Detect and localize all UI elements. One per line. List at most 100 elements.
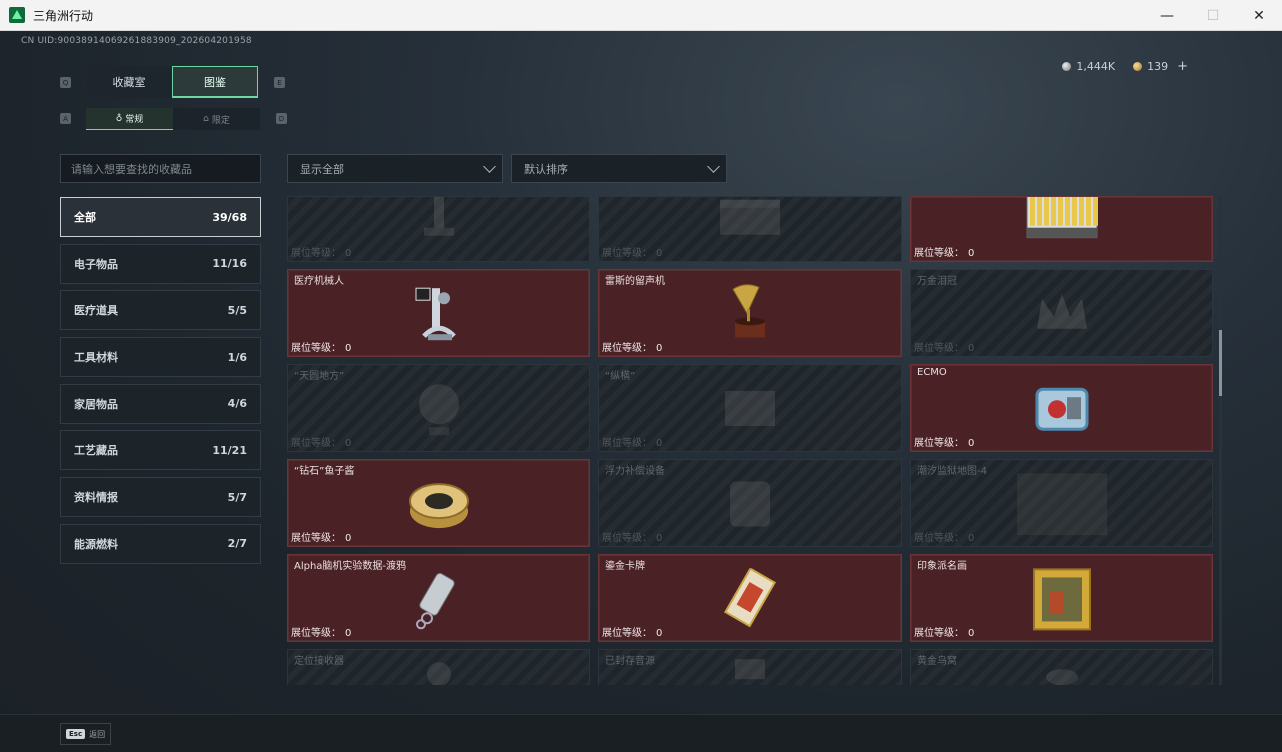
gramophone-icon bbox=[725, 283, 775, 349]
box-icon bbox=[715, 197, 785, 244]
collection-item-card[interactable]: ECMO 展位等级： 0 bbox=[910, 364, 1213, 452]
collection-item-card[interactable]: 万金泪冠 展位等级： 0 bbox=[910, 269, 1213, 357]
category-count: 11/21 bbox=[212, 443, 247, 457]
window-titlebar: 三角洲行动 — ☐ ✕ bbox=[0, 0, 1282, 31]
collection-item-card[interactable]: 定位接收器 bbox=[287, 649, 590, 685]
category-count: 2/7 bbox=[227, 537, 247, 551]
category-label: 能源燃料 bbox=[74, 537, 118, 551]
grid-scrollbar[interactable] bbox=[1219, 197, 1222, 685]
collection-item-card[interactable]: 潮汐监狱地图-4 展位等级： 0 bbox=[910, 459, 1213, 547]
sort-value: 默认排序 bbox=[524, 162, 568, 176]
globe-icon bbox=[414, 379, 464, 443]
gold-amount: 139 bbox=[1147, 60, 1169, 73]
minimize-button[interactable]: — bbox=[1144, 0, 1190, 31]
level-value: 0 bbox=[345, 533, 352, 544]
category-tools[interactable]: 工具材料 1/6 bbox=[60, 337, 261, 378]
category-count: 5/7 bbox=[227, 490, 247, 504]
category-electronics[interactable]: 电子物品 11/16 bbox=[60, 243, 261, 284]
level-value: 0 bbox=[656, 628, 663, 639]
category-crafts[interactable]: 工艺藏品 11/21 bbox=[60, 430, 261, 471]
category-household[interactable]: 家居物品 4/6 bbox=[60, 383, 261, 424]
collection-item-card[interactable]: 印象派名画 展位等级： 0 bbox=[910, 554, 1213, 642]
a-key-hint-icon: A bbox=[60, 113, 71, 124]
tab-limited[interactable]: ⌂ 限定 bbox=[173, 108, 260, 130]
filter-value: 显示全部 bbox=[300, 162, 344, 176]
tab-regular[interactable]: ♁ 常规 bbox=[86, 108, 173, 130]
level-label: 展位等级： bbox=[291, 533, 341, 544]
level-label: 展位等级： bbox=[602, 248, 652, 259]
collection-item-card[interactable]: Alpha脑机实验数据-渡鸦 展位等级： 0 bbox=[287, 554, 590, 642]
item-level: 展位等级： 0 bbox=[291, 244, 351, 259]
silver-amount: 1,444K bbox=[1076, 60, 1116, 73]
collection-item-card[interactable]: 展位等级： 0 bbox=[287, 196, 590, 262]
bcd-icon bbox=[720, 476, 780, 535]
level-label: 展位等级： bbox=[914, 628, 964, 639]
level-label: 展位等级： bbox=[291, 438, 341, 449]
collection-item-card[interactable]: 浮力补偿设备 展位等级： 0 bbox=[598, 459, 902, 547]
item-name: 雷斯的留声机 bbox=[605, 276, 665, 287]
chevron-down-icon bbox=[483, 160, 496, 173]
collection-item-card[interactable]: 展位等级： 0 bbox=[910, 196, 1213, 262]
d-key-hint-icon: D bbox=[276, 113, 287, 124]
item-name: “钻石”鱼子酱 bbox=[294, 466, 355, 477]
collection-item-card[interactable]: 鎏金卡牌 展位等级： 0 bbox=[598, 554, 902, 642]
main-tabs: 收藏室 图鉴 bbox=[86, 66, 258, 98]
item-level: 展位等级： 0 bbox=[602, 529, 662, 544]
level-value: 0 bbox=[656, 343, 663, 354]
item-level: 展位等级： 0 bbox=[291, 434, 351, 449]
item-level: 展位等级： 0 bbox=[291, 339, 351, 354]
gold-card-icon bbox=[718, 567, 782, 634]
level-label: 展位等级： bbox=[914, 343, 964, 354]
tab-collection-room[interactable]: 收藏室 bbox=[86, 66, 172, 98]
receiver-icon bbox=[419, 650, 459, 685]
filter-dropdown[interactable]: 显示全部 bbox=[287, 154, 503, 183]
audio-icon bbox=[730, 650, 770, 685]
level-label: 展位等级： bbox=[914, 438, 964, 449]
category-label: 全部 bbox=[74, 211, 96, 224]
category-medical[interactable]: 医疗道具 5/5 bbox=[60, 290, 261, 331]
sort-dropdown[interactable]: 默认排序 bbox=[511, 154, 727, 183]
collection-item-card[interactable]: 医疗机械人 展位等级： 0 bbox=[287, 269, 590, 357]
window-title: 三角洲行动 bbox=[33, 8, 94, 23]
add-currency-button[interactable]: + bbox=[1177, 59, 1188, 74]
category-label: 医疗道具 bbox=[74, 304, 118, 318]
category-all[interactable]: 全部 39/68 bbox=[60, 197, 261, 237]
item-grid-viewport: 展位等级： 0 展位等级： 0 展位等级： 0 医疗机械人 展位等级： 0 雷斯的留声机 展位等级：… bbox=[287, 196, 1213, 685]
scrollbar-thumb[interactable] bbox=[1219, 330, 1222, 396]
collection-item-card[interactable]: 黄金鸟窝 bbox=[910, 649, 1213, 685]
item-level: 展位等级： 0 bbox=[914, 434, 974, 449]
nest-icon bbox=[1042, 650, 1082, 685]
search-input[interactable]: 请输入想要查找的收藏品 bbox=[60, 154, 261, 183]
collection-item-card[interactable]: “天圆地方” 展位等级： 0 bbox=[287, 364, 590, 452]
item-level: 展位等级： 0 bbox=[291, 624, 351, 639]
sub-tabs: ♁ 常规 ⌂ 限定 bbox=[86, 108, 260, 130]
back-label: 返回 bbox=[89, 729, 106, 739]
level-value: 0 bbox=[656, 533, 663, 544]
close-button[interactable]: ✕ bbox=[1236, 0, 1282, 31]
tab-catalog[interactable]: 图鉴 bbox=[172, 66, 258, 98]
silver-currency: 1,444K bbox=[1062, 60, 1115, 73]
item-level: 展位等级： 0 bbox=[602, 244, 662, 259]
category-energy[interactable]: 能源燃料 2/7 bbox=[60, 523, 261, 564]
data-canister-icon bbox=[409, 568, 469, 634]
collection-item-card[interactable]: 展位等级： 0 bbox=[598, 196, 902, 262]
collection-item-card[interactable]: 已封存音源 bbox=[598, 649, 902, 685]
category-count: 4/6 bbox=[227, 397, 247, 411]
level-value: 0 bbox=[968, 533, 975, 544]
back-button[interactable]: Esc 返回 bbox=[60, 723, 112, 745]
category-intel[interactable]: 资料情报 5/7 bbox=[60, 477, 261, 518]
esc-key-icon: Esc bbox=[66, 729, 86, 739]
maximize-button[interactable]: ☐ bbox=[1190, 0, 1236, 31]
bottom-bar: Esc 返回 bbox=[0, 714, 1282, 752]
player-uid: CN UID:9003891406926188390​9_20260420195… bbox=[21, 36, 252, 46]
category-list: 全部 39/68 电子物品 11/16 医疗道具 5/5 工具材料 1/6 家居物品 4/… bbox=[60, 197, 261, 571]
level-label: 展位等级： bbox=[291, 248, 341, 259]
level-label: 展位等级： bbox=[291, 343, 341, 354]
limited-tab-icon: ⌂ bbox=[203, 114, 209, 124]
collection-item-card[interactable]: “钻石”鱼子酱 展位等级： 0 bbox=[287, 459, 590, 547]
level-value: 0 bbox=[656, 248, 663, 259]
collection-item-card[interactable]: 雷斯的留声机 展位等级： 0 bbox=[598, 269, 902, 357]
level-value: 0 bbox=[656, 438, 663, 449]
collection-item-card[interactable]: “纵横” 展位等级： 0 bbox=[598, 364, 902, 452]
ecmo-machine-icon bbox=[1027, 379, 1097, 443]
